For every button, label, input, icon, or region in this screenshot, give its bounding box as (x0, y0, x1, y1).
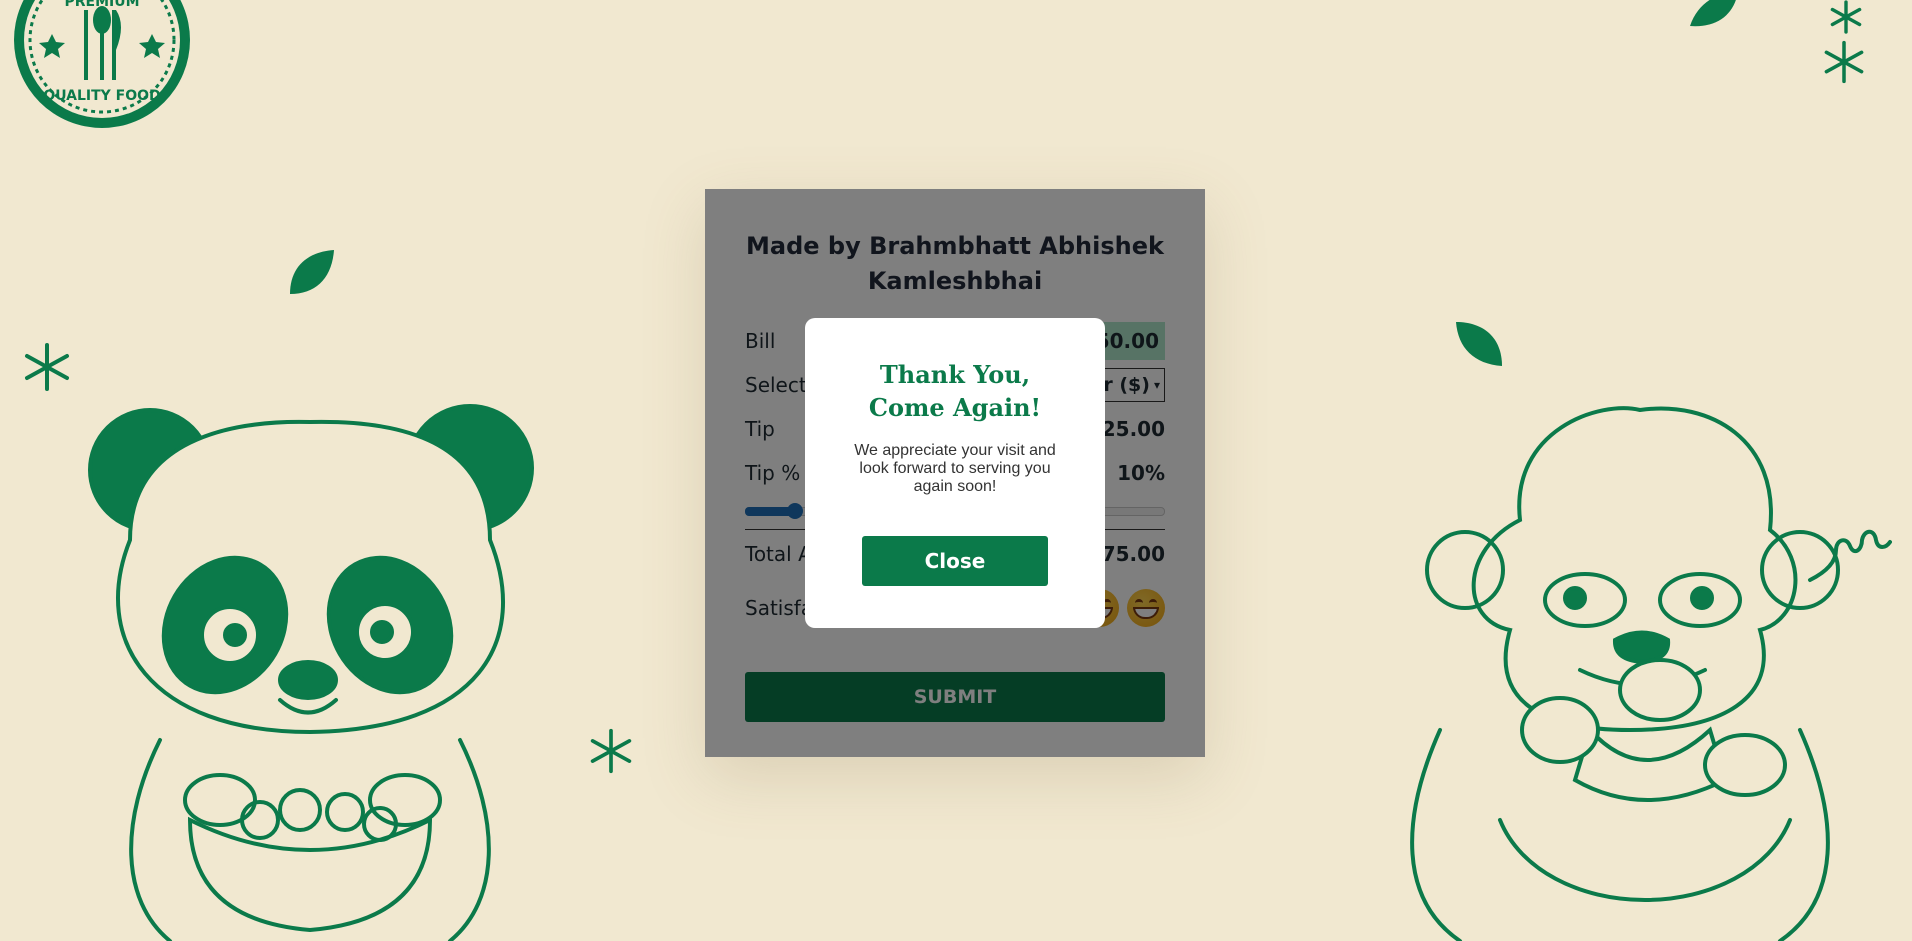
star-doodle-icon (590, 728, 632, 774)
thank-you-modal: Thank You, Come Again! We appreciate you… (805, 318, 1105, 628)
modal-message: We appreciate your visit and look forwar… (854, 442, 1056, 495)
star-doodle-icon (1830, 0, 1862, 34)
star-doodle-icon (25, 343, 69, 391)
leaf-icon (1456, 322, 1502, 366)
close-button[interactable]: Close (862, 536, 1048, 586)
leaf-icon (290, 250, 334, 294)
leaf-icon (1690, 0, 1736, 27)
monkey-illustration (1410, 406, 1840, 941)
badge-bottom-text: QUALITY FOOD (43, 88, 160, 104)
modal-title: Thank You, Come Again! (868, 360, 1042, 422)
panda-illustration (88, 404, 534, 941)
star-doodle-icon (1824, 40, 1864, 84)
premium-quality-badge: QUALITY FOOD PREMIUM (14, 0, 190, 128)
